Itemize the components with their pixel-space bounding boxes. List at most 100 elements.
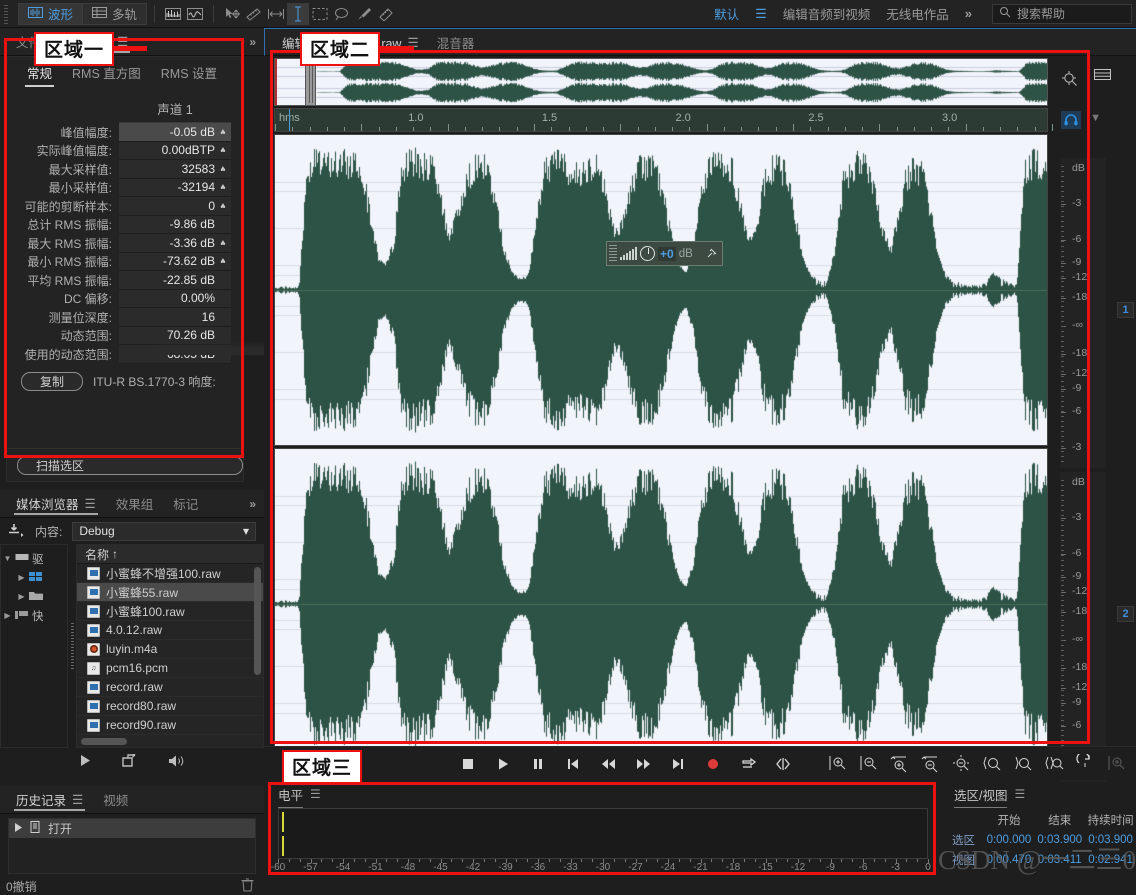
view-duration-value[interactable]: 0:02.941 [1085,854,1136,866]
file-list-item[interactable]: record.raw [77,678,263,697]
statistic-value[interactable]: 0.00dBTP ♥ [119,141,231,160]
view-row[interactable]: 视图 0:00.470 0:03.411 0:02.941 [952,850,1136,870]
selection-row[interactable]: 选区 0:00.000 0:03.900 0:03.900 [952,830,1136,850]
fast-forward-icon[interactable] [635,756,651,772]
left-tabs-more-button[interactable]: » [241,35,264,49]
statistic-value[interactable]: 0.00%♥ [119,289,231,308]
zoom-to-selection-out-icon[interactable] [1014,754,1033,773]
subtab-rms-settings[interactable]: RMS 设置 [151,63,227,87]
channel-2-waveform[interactable] [274,448,1048,760]
level-meter[interactable] [278,808,928,859]
history-list[interactable]: 打开 [8,818,256,874]
file-list-item[interactable]: 小蜜蜂不增强100.raw [77,564,263,583]
db-scale-channel-1[interactable]: dB -3 -6 -9 -12 -18 -∞ -18 -12 -9 -6 -3 [1060,158,1106,468]
file-list-hscrollbar[interactable] [81,738,127,745]
reset-zoom-icon[interactable] [1076,754,1095,773]
lasso-icon[interactable] [331,3,353,25]
selection-end-value[interactable]: 0:03.900 [1034,834,1085,846]
file-list-item[interactable]: 小蜜蜂55.raw [77,583,263,602]
file-list-item[interactable]: 4.0.12.raw [77,621,263,640]
workspace-edit-audio-to-video[interactable]: 编辑音频到视频 [783,4,871,23]
rewind-icon[interactable] [600,756,616,772]
skip-start-icon[interactable] [565,756,581,772]
zoom-fit-icon[interactable] [1061,70,1079,91]
content-select[interactable]: Debug ▾ [72,521,256,541]
waveform-mode-button[interactable]: 波形 [18,2,84,25]
pin-icon[interactable]: ♥ [219,256,227,266]
eraser-icon[interactable] [375,3,397,25]
pin-icon[interactable]: ▼ [1090,112,1101,124]
view-end-value[interactable]: 0:03.411 [1034,854,1085,866]
zoom-in-time-icon[interactable] [828,754,847,773]
play-icon[interactable] [80,754,92,770]
subtab-general[interactable]: 常规 [17,63,62,87]
pin-icon[interactable]: ♥ [219,182,227,192]
workspace-default[interactable]: 默认 [714,4,739,23]
toolbar-grip[interactable] [2,3,12,24]
channel-number-1[interactable]: 1 [1117,302,1134,318]
tree-item-folder-2[interactable]: ▶ [3,587,65,606]
tab-history[interactable]: 历史记录 ☰ [6,786,93,814]
channel-number-2[interactable]: 2 [1117,606,1134,622]
panel-menu-icon[interactable] [1094,68,1111,85]
waveform-overview[interactable] [274,58,1048,106]
file-list-item[interactable]: record80.raw [77,697,263,716]
workspace-more-button[interactable]: » [965,6,972,21]
move-tool-icon[interactable] [221,3,243,25]
statistic-value[interactable]: -22.85 dB♥ [119,271,231,290]
tab-mixer[interactable]: 混音器 [428,28,484,56]
loop-icon[interactable] [740,756,756,772]
tree-item-shortcuts[interactable]: ▶ 快 [3,606,65,625]
time-ruler[interactable]: hms 1.01.52.02.53.0 [274,108,1053,132]
pin-icon[interactable]: ♥ [219,127,227,137]
stop-icon[interactable] [460,756,476,772]
import-to-editor-icon[interactable] [121,751,137,771]
import-icon[interactable] [8,523,25,540]
panel-menu-icon[interactable]: ☰ [72,792,83,807]
pin-icon[interactable]: ♥ [219,238,227,248]
file-list-header[interactable]: 名称 ↑ [77,545,263,564]
media-tabs-more-button[interactable]: » [241,497,264,511]
time-shift-icon[interactable] [265,3,287,25]
statistic-value[interactable]: -0.05 dB ♥ [119,123,231,142]
selection-duration-value[interactable]: 0:03.900 [1085,834,1136,846]
tree-item-folder-1[interactable]: ▶ [3,568,65,587]
pin-icon[interactable] [707,247,718,261]
statistic-value[interactable]: -73.62 dB ♥ [119,252,231,271]
tab-video[interactable]: 视频 [93,786,138,814]
file-list-item[interactable]: 小蜜蜂100.raw [77,602,263,621]
pin-icon[interactable]: ♥ [219,164,227,174]
tab-effects-rack[interactable]: 效果组 [106,490,164,518]
headphone-icon[interactable] [1061,111,1081,129]
zoom-to-selection-in-icon[interactable] [983,754,1002,773]
skip-end-icon[interactable] [670,756,686,772]
marquee-icon[interactable] [309,3,331,25]
hamburger-icon[interactable]: ☰ [1014,787,1025,801]
zoom-in-amplitude-icon[interactable] [890,754,909,773]
gain-knob-icon[interactable] [640,246,655,261]
trash-icon[interactable] [241,878,254,895]
search-help-input[interactable]: 搜索帮助 [992,3,1132,24]
panel-menu-icon[interactable]: ☰ [85,496,96,511]
statistic-value[interactable]: -9.86 dB♥ [119,215,231,234]
play-icon[interactable] [495,756,511,772]
spectral-frequency-icon[interactable] [162,3,184,25]
file-list-vscrollbar[interactable] [254,567,261,675]
gain-overlay-control[interactable]: +0 dB [606,241,723,266]
db-scale-channel-2[interactable]: dB -3-6-9-12-18-∞-18-12-9-6-3 [1060,472,1106,782]
pause-icon[interactable] [530,756,546,772]
file-list-item[interactable]: ♫ pcm16.pcm [77,659,263,678]
file-list-item[interactable]: luyin.m4a [77,640,263,659]
folder-tree[interactable]: ▼ 驱 ▶ ▶ ▶ 快 [0,544,68,748]
multitrack-mode-button[interactable]: 多轨 [83,2,148,25]
record-icon[interactable] [705,756,721,772]
file-list-item[interactable]: record90.raw [77,716,263,735]
tab-media-browser[interactable]: 媒体浏览器 ☰ [6,490,106,518]
file-list[interactable]: 名称 ↑ 小蜜蜂不增强100.raw 小蜜蜂55.raw 小蜜蜂100.raw 4.0… [76,544,264,748]
spectral-pitch-icon[interactable] [184,3,206,25]
statistic-value[interactable]: 32583 ♥ [119,160,231,179]
gain-value[interactable]: +0 [658,246,676,261]
slip-tool-icon[interactable] [243,3,265,25]
selection-start-value[interactable]: 0:00.000 [984,834,1035,846]
statistic-value[interactable]: 0 ♥ [119,197,231,216]
